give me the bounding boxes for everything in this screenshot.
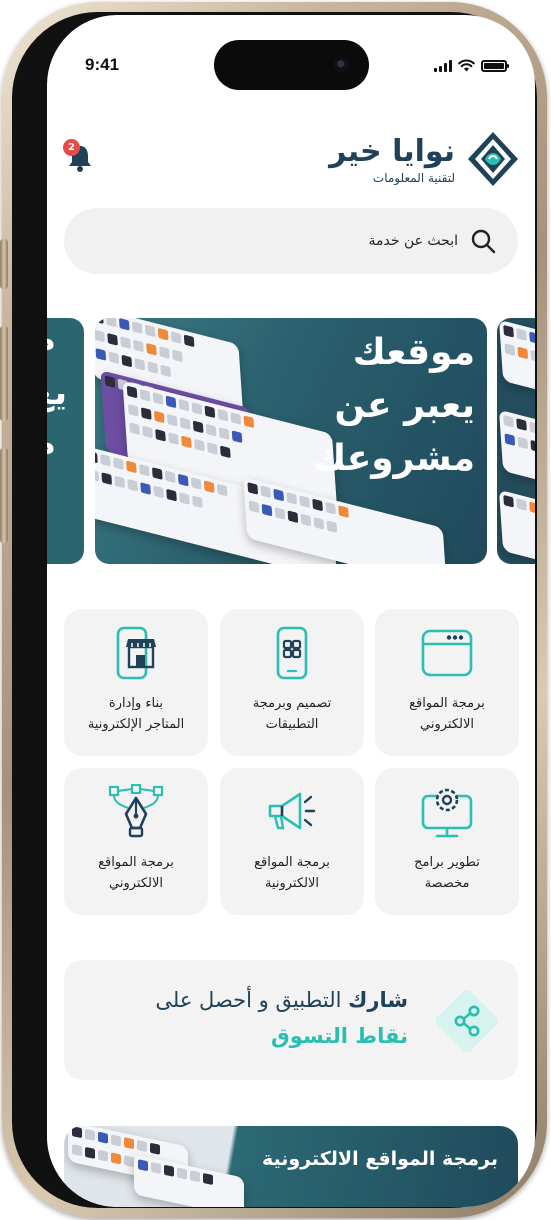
hero-prev-line3: م xyxy=(47,424,56,464)
status-icons xyxy=(434,59,509,72)
hero-line1: موقعك xyxy=(352,332,475,373)
camera-icon xyxy=(334,57,349,72)
status-time: 9:41 xyxy=(85,55,120,74)
website-mockup xyxy=(498,409,535,487)
cellular-signal-icon xyxy=(434,59,452,72)
share-rest: التطبيق و أحصل على xyxy=(155,988,349,1012)
volume-down-button xyxy=(0,448,8,543)
mobile-apps-icon xyxy=(276,626,308,680)
brand-name: نوايا خير xyxy=(329,134,455,169)
service-label: تطوير برامج مخصصة xyxy=(414,855,480,891)
service-label: برمجة المواقع الالكترونية xyxy=(254,855,330,891)
service-card-websites[interactable]: برمجة المواقع الالكتروني xyxy=(375,609,519,756)
mobile-store-icon xyxy=(116,626,156,680)
share-text: شارك التطبيق و أحصل على نقاط التسوق xyxy=(155,982,408,1054)
hero-headline: موقعك يعبر عن مشروعك xyxy=(313,326,475,485)
share-highlight: نقاط التسوق xyxy=(271,1024,408,1048)
service-label: برمجة المواقع الالكتروني xyxy=(409,696,485,732)
browser-window-icon xyxy=(421,629,473,677)
diamond-wave-logo-icon xyxy=(468,132,518,186)
service-card-custom-software[interactable]: تطوير برامج مخصصة xyxy=(375,768,519,915)
service-card-marketing[interactable]: برمجة المواقع الالكترونية xyxy=(220,768,364,915)
search-icon xyxy=(471,229,496,254)
wifi-icon xyxy=(458,59,475,72)
pen-tool-icon xyxy=(108,784,164,838)
app-screen: 9:41 2 نوايا خير لتقنية المعلومات ابحث ع… xyxy=(47,15,535,1207)
dynamic-island xyxy=(214,40,369,90)
service-card-stores[interactable]: بناء وإدارة المتاجر الإلكترونية xyxy=(64,609,208,756)
brand-subtitle: لتقنية المعلومات xyxy=(372,171,455,185)
notification-badge: 2 xyxy=(63,139,80,156)
share-banner[interactable]: شارك التطبيق و أحصل على نقاط التسوق xyxy=(64,960,518,1080)
bottom-banner[interactable]: برمجة المواقع الالكترونية xyxy=(64,1126,518,1207)
hero-prev-line1: م xyxy=(47,320,56,360)
hero-line2: يعبر عن xyxy=(334,385,475,426)
hero-line3: مشروعك xyxy=(313,438,475,479)
hero-slide-next[interactable] xyxy=(497,318,535,564)
share-icon[interactable] xyxy=(436,990,498,1052)
bottom-banner-title: برمجة المواقع الالكترونية xyxy=(261,1148,498,1170)
search-placeholder: ابحث عن خدمة xyxy=(368,233,459,249)
monitor-gear-icon xyxy=(421,788,473,838)
share-bold: شارك xyxy=(348,988,408,1012)
hero-prev-line2: يع xyxy=(47,373,67,413)
website-mockup xyxy=(498,319,535,397)
volume-up-button xyxy=(0,326,8,421)
service-label: بناء وإدارة المتاجر الإلكترونية xyxy=(87,696,185,732)
website-mockup xyxy=(498,489,535,564)
hero-slide[interactable]: موقعك يعبر عن مشروعك xyxy=(95,318,487,564)
service-label: تصميم وبرمجة التطبيقات xyxy=(252,696,332,732)
megaphone-icon xyxy=(268,792,316,830)
brand: نوايا خير لتقنية المعلومات xyxy=(329,133,455,185)
battery-icon xyxy=(481,59,509,72)
service-label: برمجة المواقع الالكتروني xyxy=(98,855,174,891)
hero-slide-previous[interactable]: م يع م xyxy=(47,318,84,564)
service-card-apps[interactable]: تصميم وبرمجة التطبيقات xyxy=(220,609,364,756)
service-card-design[interactable]: برمجة المواقع الالكتروني xyxy=(64,768,208,915)
action-button xyxy=(0,239,8,289)
website-mockup xyxy=(134,1154,244,1207)
search-input[interactable]: ابحث عن خدمة xyxy=(64,208,518,274)
